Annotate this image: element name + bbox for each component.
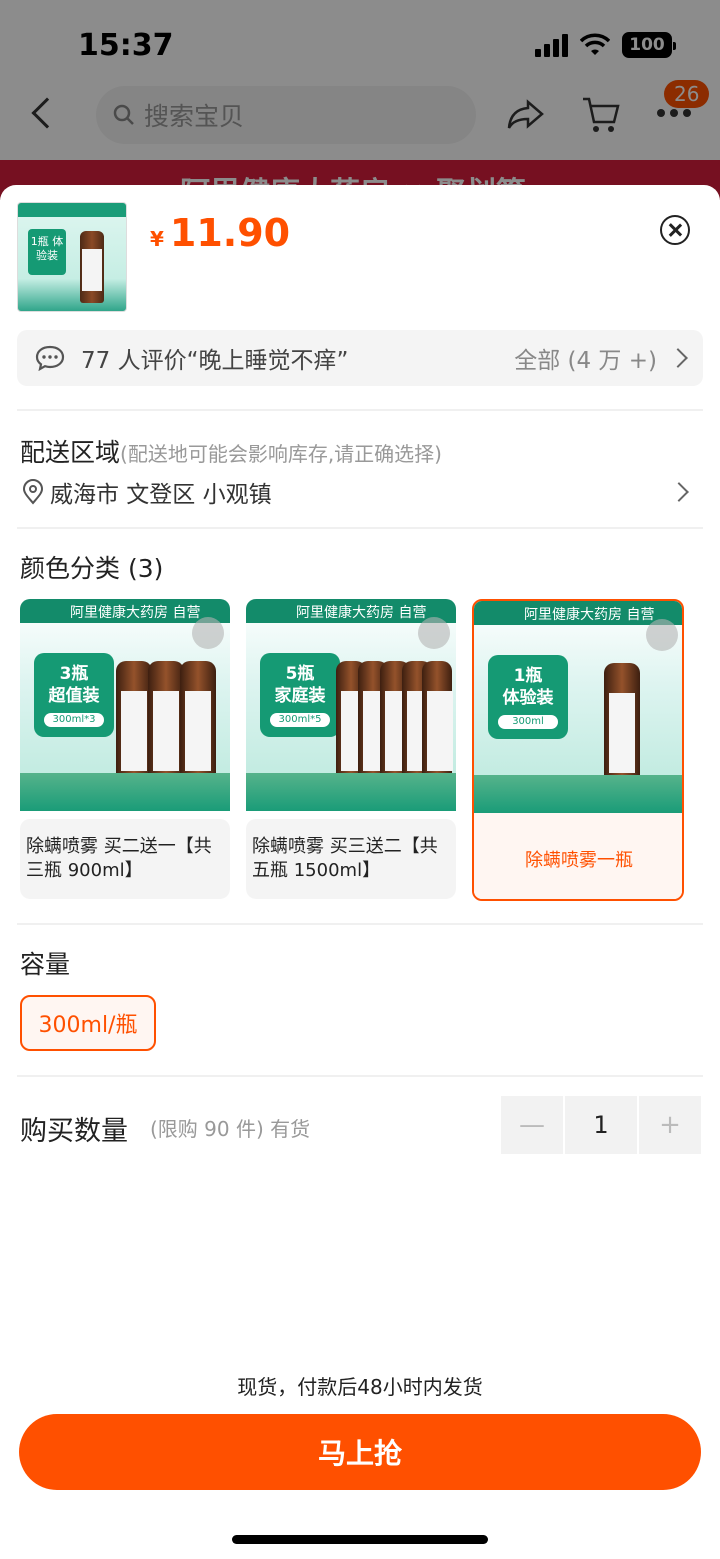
- sku-option-3-bottles[interactable]: 阿里健康大药房 自营 3瓶 超值装 300ml*3 除螨喷雾 买二送一【共三瓶 …: [20, 599, 230, 899]
- review-summary[interactable]: 77 人评价“晚上睡觉不痒” 全部 (4 万 +): [17, 330, 703, 386]
- sku-caption: 除螨喷雾一瓶: [474, 821, 682, 899]
- decrement-button[interactable]: —: [501, 1096, 563, 1154]
- background-page: 15:37 100 搜索宝贝 26: [0, 0, 720, 200]
- sku-image: 阿里健康大药房 自营 1瓶 体验装 300ml: [474, 601, 682, 813]
- sku-image: 阿里健康大药房 自营 3瓶 超值装 300ml*3: [20, 599, 230, 811]
- location-pin-icon: [22, 479, 44, 505]
- product-thumbnail[interactable]: 1瓶 体验装: [17, 202, 127, 312]
- thumb-tag: 1瓶 体验装: [28, 229, 66, 275]
- delivery-address-row[interactable]: 威海市 文登区 小观镇: [20, 475, 700, 509]
- shipping-note: 现货，付款后48小时内发货: [237, 1375, 483, 1399]
- close-icon[interactable]: [660, 215, 690, 245]
- chevron-right-icon: [669, 482, 689, 502]
- review-all-link[interactable]: 全部 (4 万 +): [514, 341, 657, 375]
- product-price: ¥ 11.90: [150, 211, 290, 255]
- quantity-value[interactable]: 1: [565, 1096, 637, 1154]
- capacity-title: 容量: [20, 950, 71, 979]
- delivery-note: (配送地可能会影响库存,请正确选择): [120, 442, 442, 466]
- divider: [17, 409, 703, 411]
- sku-tag: 5瓶 家庭装 300ml*5: [260, 653, 340, 737]
- color-section-title: 颜色分类 (3): [20, 554, 164, 583]
- sku-option-5-bottles[interactable]: 阿里健康大药房 自营 5瓶 家庭装 300ml*5 除螨喷雾 买三送二【共五瓶 …: [246, 599, 456, 899]
- buy-now-button[interactable]: 马上抢: [19, 1414, 701, 1490]
- expand-icon[interactable]: [418, 617, 450, 649]
- capacity-option-300ml[interactable]: 300ml/瓶: [20, 995, 156, 1051]
- increment-button[interactable]: +: [639, 1096, 701, 1154]
- delivery-title-text: 配送区域: [20, 438, 121, 467]
- dim-overlay[interactable]: [0, 0, 720, 200]
- divider: [17, 527, 703, 529]
- expand-icon[interactable]: [646, 619, 678, 651]
- sku-tag: 3瓶 超值装 300ml*3: [34, 653, 114, 737]
- review-text: 77 人评价“晚上睡觉不痒”: [81, 348, 349, 374]
- sku-caption: 除螨喷雾 买三送二【共五瓶 1500ml】: [246, 819, 456, 899]
- price-value: 11.90: [169, 211, 291, 255]
- quantity-note: (限购 90 件) 有货: [150, 1117, 311, 1141]
- sku-caption: 除螨喷雾 买二送一【共三瓶 900ml】: [20, 819, 230, 899]
- sku-tag: 1瓶 体验装 300ml: [488, 655, 568, 739]
- delivery-title: 配送区域(配送地可能会影响库存,请正确选择): [20, 433, 442, 469]
- chevron-right-icon: [668, 348, 688, 368]
- home-indicator[interactable]: [232, 1535, 488, 1544]
- quantity-stepper: — 1 +: [501, 1096, 701, 1154]
- address-text: 威海市 文登区 小观镇: [50, 482, 272, 508]
- currency-symbol: ¥: [150, 227, 164, 251]
- sku-image: 阿里健康大药房 自营 5瓶 家庭装 300ml*5: [246, 599, 456, 811]
- comment-icon: [35, 345, 65, 371]
- divider: [17, 923, 703, 925]
- quantity-title: 购买数量: [20, 1116, 128, 1147]
- divider: [17, 1075, 703, 1077]
- expand-icon[interactable]: [192, 617, 224, 649]
- sku-selection-sheet: 1瓶 体验装 ¥ 11.90 77 人评价“晚上睡觉不痒” 全部 (4 万 +)…: [0, 185, 720, 1559]
- sku-option-1-bottle[interactable]: 阿里健康大药房 自营 1瓶 体验装 300ml 除螨喷雾一瓶: [472, 599, 684, 901]
